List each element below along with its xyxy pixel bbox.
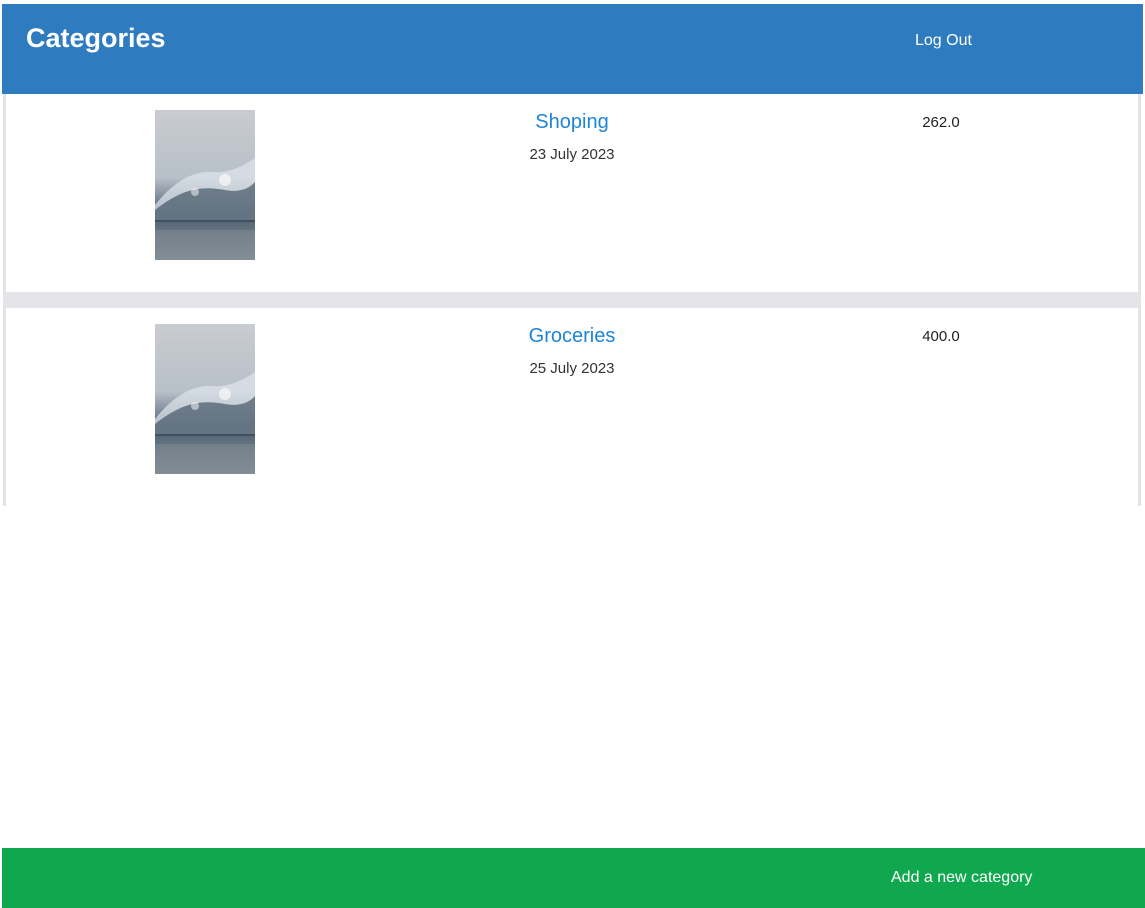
add-category-button[interactable]: Add a new category (2, 848, 1145, 908)
water-splash-image (155, 324, 255, 474)
category-row[interactable]: Groceries 25 July 2023 400.0 (6, 308, 1138, 506)
category-amount: 262.0 (922, 114, 960, 131)
category-date: 23 July 2023 (529, 146, 615, 163)
water-splash-image (155, 110, 255, 260)
category-name-link[interactable]: Shoping (422, 111, 722, 134)
header-bar: Categories Log Out (2, 4, 1143, 94)
category-name-link[interactable]: Groceries (422, 325, 722, 348)
page-title: Categories (26, 23, 166, 53)
add-category-label: Add a new category (891, 869, 1033, 886)
category-row[interactable]: Shoping 23 July 2023 262.0 (6, 94, 1138, 292)
category-amount: 400.0 (922, 328, 960, 345)
app: Categories Log Out Shoping 23 July 2023 … (0, 0, 1145, 908)
category-list: Shoping 23 July 2023 262.0 Groceries 25 … (3, 94, 1141, 506)
category-thumbnail (155, 110, 255, 260)
category-thumbnail (155, 324, 255, 474)
category-date: 25 July 2023 (529, 360, 615, 377)
logout-link[interactable]: Log Out (915, 32, 972, 50)
